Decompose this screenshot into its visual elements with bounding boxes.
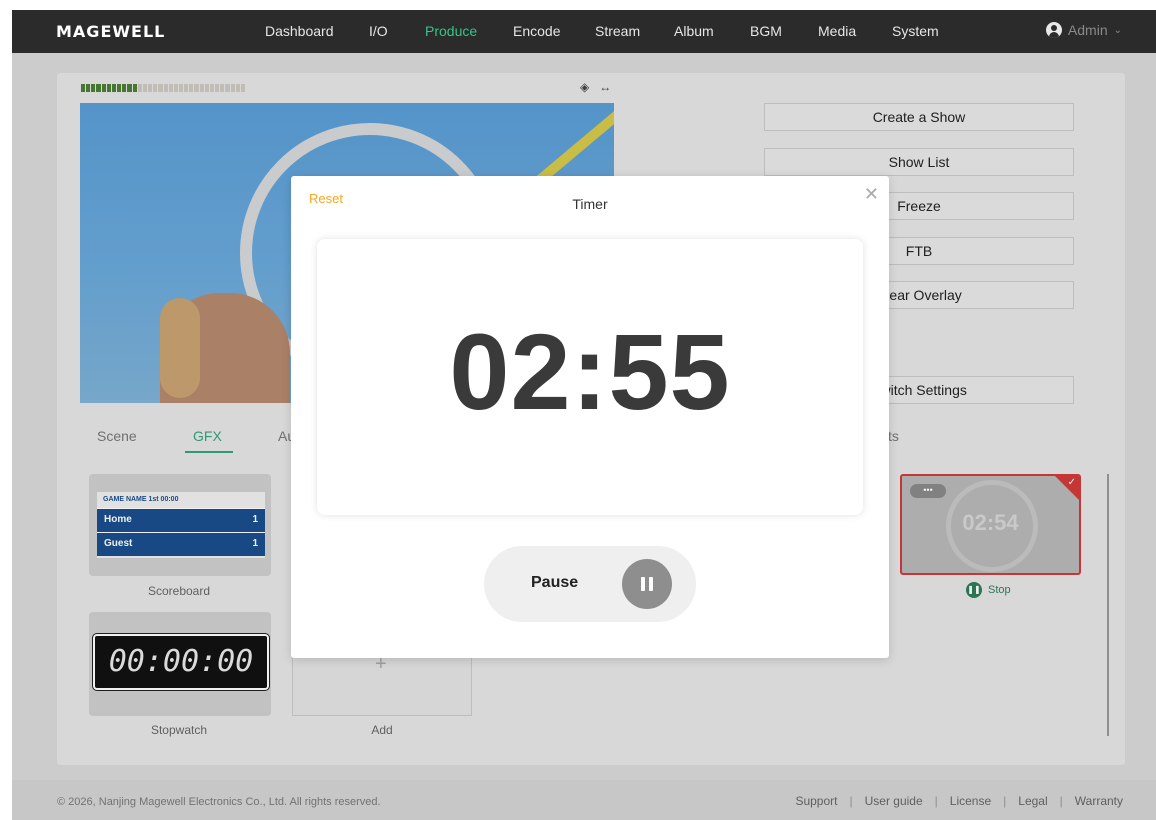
- nav-dashboard[interactable]: Dashboard: [265, 23, 334, 39]
- timer-display-box: 02:55: [317, 239, 863, 515]
- nav-bgm[interactable]: BGM: [750, 23, 782, 39]
- pause-label: Pause: [531, 574, 579, 591]
- magewell-logo[interactable]: MAGEWELL: [56, 22, 165, 41]
- nav-produce[interactable]: Produce: [425, 23, 477, 39]
- nav-stream[interactable]: Stream: [595, 23, 640, 39]
- nav-encode[interactable]: Encode: [513, 23, 560, 39]
- close-icon[interactable]: ✕: [864, 184, 879, 205]
- user-avatar-icon: [1045, 22, 1062, 38]
- pause-icon[interactable]: [622, 559, 672, 609]
- user-name: Admin: [1067, 22, 1108, 38]
- chevron-down-icon: ⌄: [1113, 24, 1122, 36]
- dialog-title: Timer: [572, 196, 608, 212]
- top-nav-bar: MAGEWELL Dashboard I/O Produce Encode St…: [12, 10, 1156, 53]
- nav-io[interactable]: I/O: [369, 23, 388, 39]
- user-menu[interactable]: Admin ⌄: [1045, 22, 1122, 38]
- nav-album[interactable]: Album: [674, 23, 714, 39]
- nav-system[interactable]: System: [892, 23, 939, 39]
- timer-value: 02:55: [449, 311, 731, 432]
- timer-dialog: Reset Timer ✕ 02:55 Pause: [291, 176, 889, 658]
- pause-button[interactable]: Pause: [484, 546, 696, 622]
- nav-media[interactable]: Media: [818, 23, 856, 39]
